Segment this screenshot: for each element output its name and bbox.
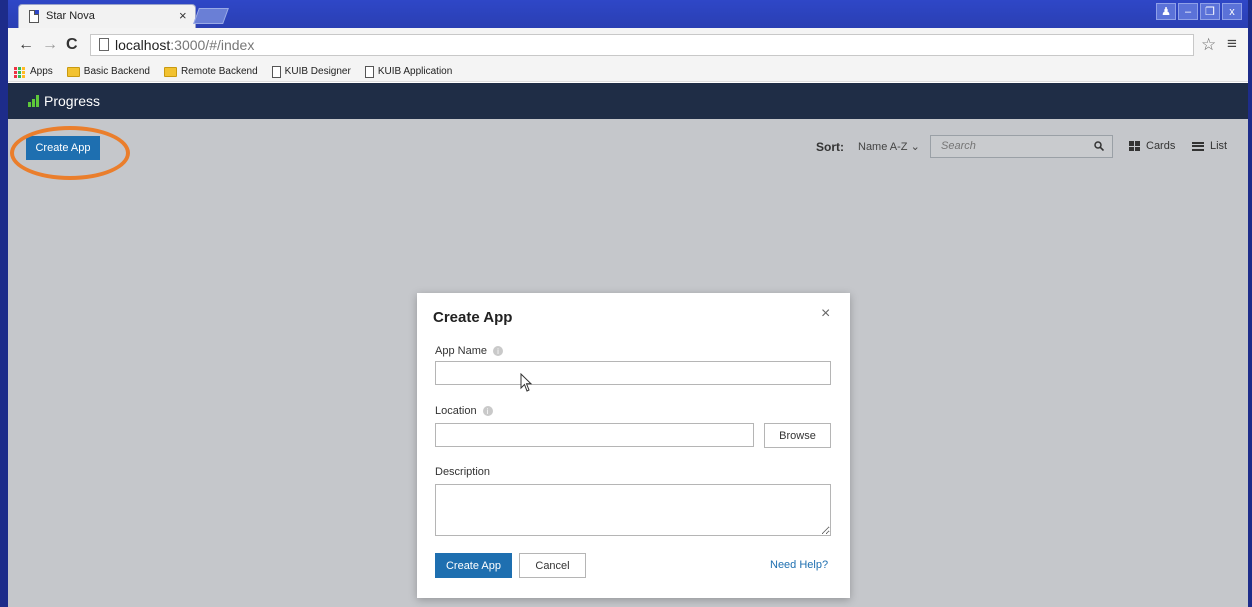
search-icon[interactable] <box>1094 141 1104 151</box>
need-help-link[interactable]: Need Help? <box>770 559 828 571</box>
view-cards-toggle[interactable]: Cards <box>1129 140 1175 152</box>
bookmark-label: KUIB Application <box>377 66 453 77</box>
back-arrow-icon[interactable]: ← <box>18 36 34 54</box>
browse-button[interactable]: Browse <box>764 423 831 448</box>
create-app-button[interactable]: Create App <box>26 136 100 160</box>
location-label-text: Location <box>435 405 477 417</box>
url-host: localhost <box>115 37 171 53</box>
logo-text: Progress <box>44 93 101 109</box>
folder-icon <box>163 66 177 77</box>
create-app-submit-button[interactable]: Create App <box>435 553 512 578</box>
bookmark-label: Remote Backend <box>180 66 258 77</box>
window-border-right <box>1248 0 1252 607</box>
app-name-label-text: App Name <box>435 345 487 357</box>
tab-strip: Star Nova × ♟ – ❐ x <box>8 0 1248 28</box>
search-box[interactable] <box>930 135 1113 158</box>
bookmark-apps[interactable]: Apps <box>14 66 53 78</box>
sort-label: Sort: <box>816 140 844 154</box>
new-tab-button[interactable] <box>193 8 229 24</box>
info-icon[interactable]: i <box>482 406 493 416</box>
app-name-input[interactable] <box>435 361 831 385</box>
url-path: :3000/#/index <box>170 37 255 53</box>
bookmark-star-icon[interactable]: ☆ <box>1201 35 1216 55</box>
browser-menu-icon[interactable]: ≡ <box>1227 34 1237 54</box>
folder-icon <box>66 66 80 77</box>
page-icon <box>271 65 281 78</box>
progress-logo[interactable]: Progress <box>28 93 100 109</box>
bookmark-remote-backend[interactable]: Remote Backend <box>163 66 258 77</box>
close-window-button[interactable]: x <box>1222 3 1242 20</box>
location-input[interactable] <box>435 423 754 447</box>
page-icon <box>364 65 374 78</box>
window-border-left <box>0 0 8 607</box>
view-list-toggle[interactable]: List <box>1192 140 1227 152</box>
page-icon <box>29 10 39 23</box>
forward-arrow-icon[interactable]: → <box>42 36 58 54</box>
url-text: localhost:3000/#/index <box>115 37 254 53</box>
description-label: Description <box>435 466 491 478</box>
create-app-dialog: Create App × App Name i Location i Brows… <box>417 293 850 598</box>
reload-icon[interactable]: C <box>66 36 78 54</box>
bookmark-label: KUIB Designer <box>284 66 351 77</box>
bookmark-basic-backend[interactable]: Basic Backend <box>66 66 150 77</box>
address-bar[interactable]: localhost:3000/#/index <box>90 34 1194 56</box>
grid-icon <box>1129 141 1140 151</box>
bookmark-label: Basic Backend <box>83 66 150 77</box>
progress-logo-icon <box>28 95 40 107</box>
dialog-title: Create App <box>433 309 513 326</box>
page-icon <box>99 38 109 51</box>
list-icon <box>1192 141 1204 151</box>
search-input[interactable] <box>941 140 1071 152</box>
bookmark-kuib-application[interactable]: KUIB Application <box>364 65 453 78</box>
view-cards-label: Cards <box>1146 140 1176 152</box>
location-label: Location i <box>435 405 493 417</box>
browser-toolbar: ← → C localhost:3000/#/index ☆ ≡ <box>8 28 1248 62</box>
app-header: Progress <box>8 83 1248 119</box>
close-icon[interactable]: × <box>821 305 830 323</box>
bookmark-label: Apps <box>30 66 53 77</box>
minimize-button[interactable]: – <box>1178 3 1198 20</box>
cancel-button[interactable]: Cancel <box>519 553 586 578</box>
description-textarea[interactable] <box>435 484 831 536</box>
window-controls: ♟ – ❐ x <box>1156 3 1242 20</box>
tab-title: Star Nova <box>46 10 95 22</box>
info-icon[interactable]: i <box>492 346 503 356</box>
sort-dropdown[interactable]: Name A-Z ⌄ <box>858 140 920 153</box>
app-name-label: App Name i <box>435 345 503 357</box>
bookmark-kuib-designer[interactable]: KUIB Designer <box>271 65 351 78</box>
restore-button[interactable]: ❐ <box>1200 3 1220 20</box>
view-list-label: List <box>1210 140 1228 152</box>
user-icon[interactable]: ♟ <box>1156 3 1176 20</box>
bookmarks-bar: Apps Basic Backend Remote Backend KUIB D… <box>8 62 1248 82</box>
browser-tab[interactable]: Star Nova × <box>18 4 196 28</box>
apps-grid-icon <box>14 66 26 78</box>
tab-close-icon[interactable]: × <box>179 8 187 23</box>
